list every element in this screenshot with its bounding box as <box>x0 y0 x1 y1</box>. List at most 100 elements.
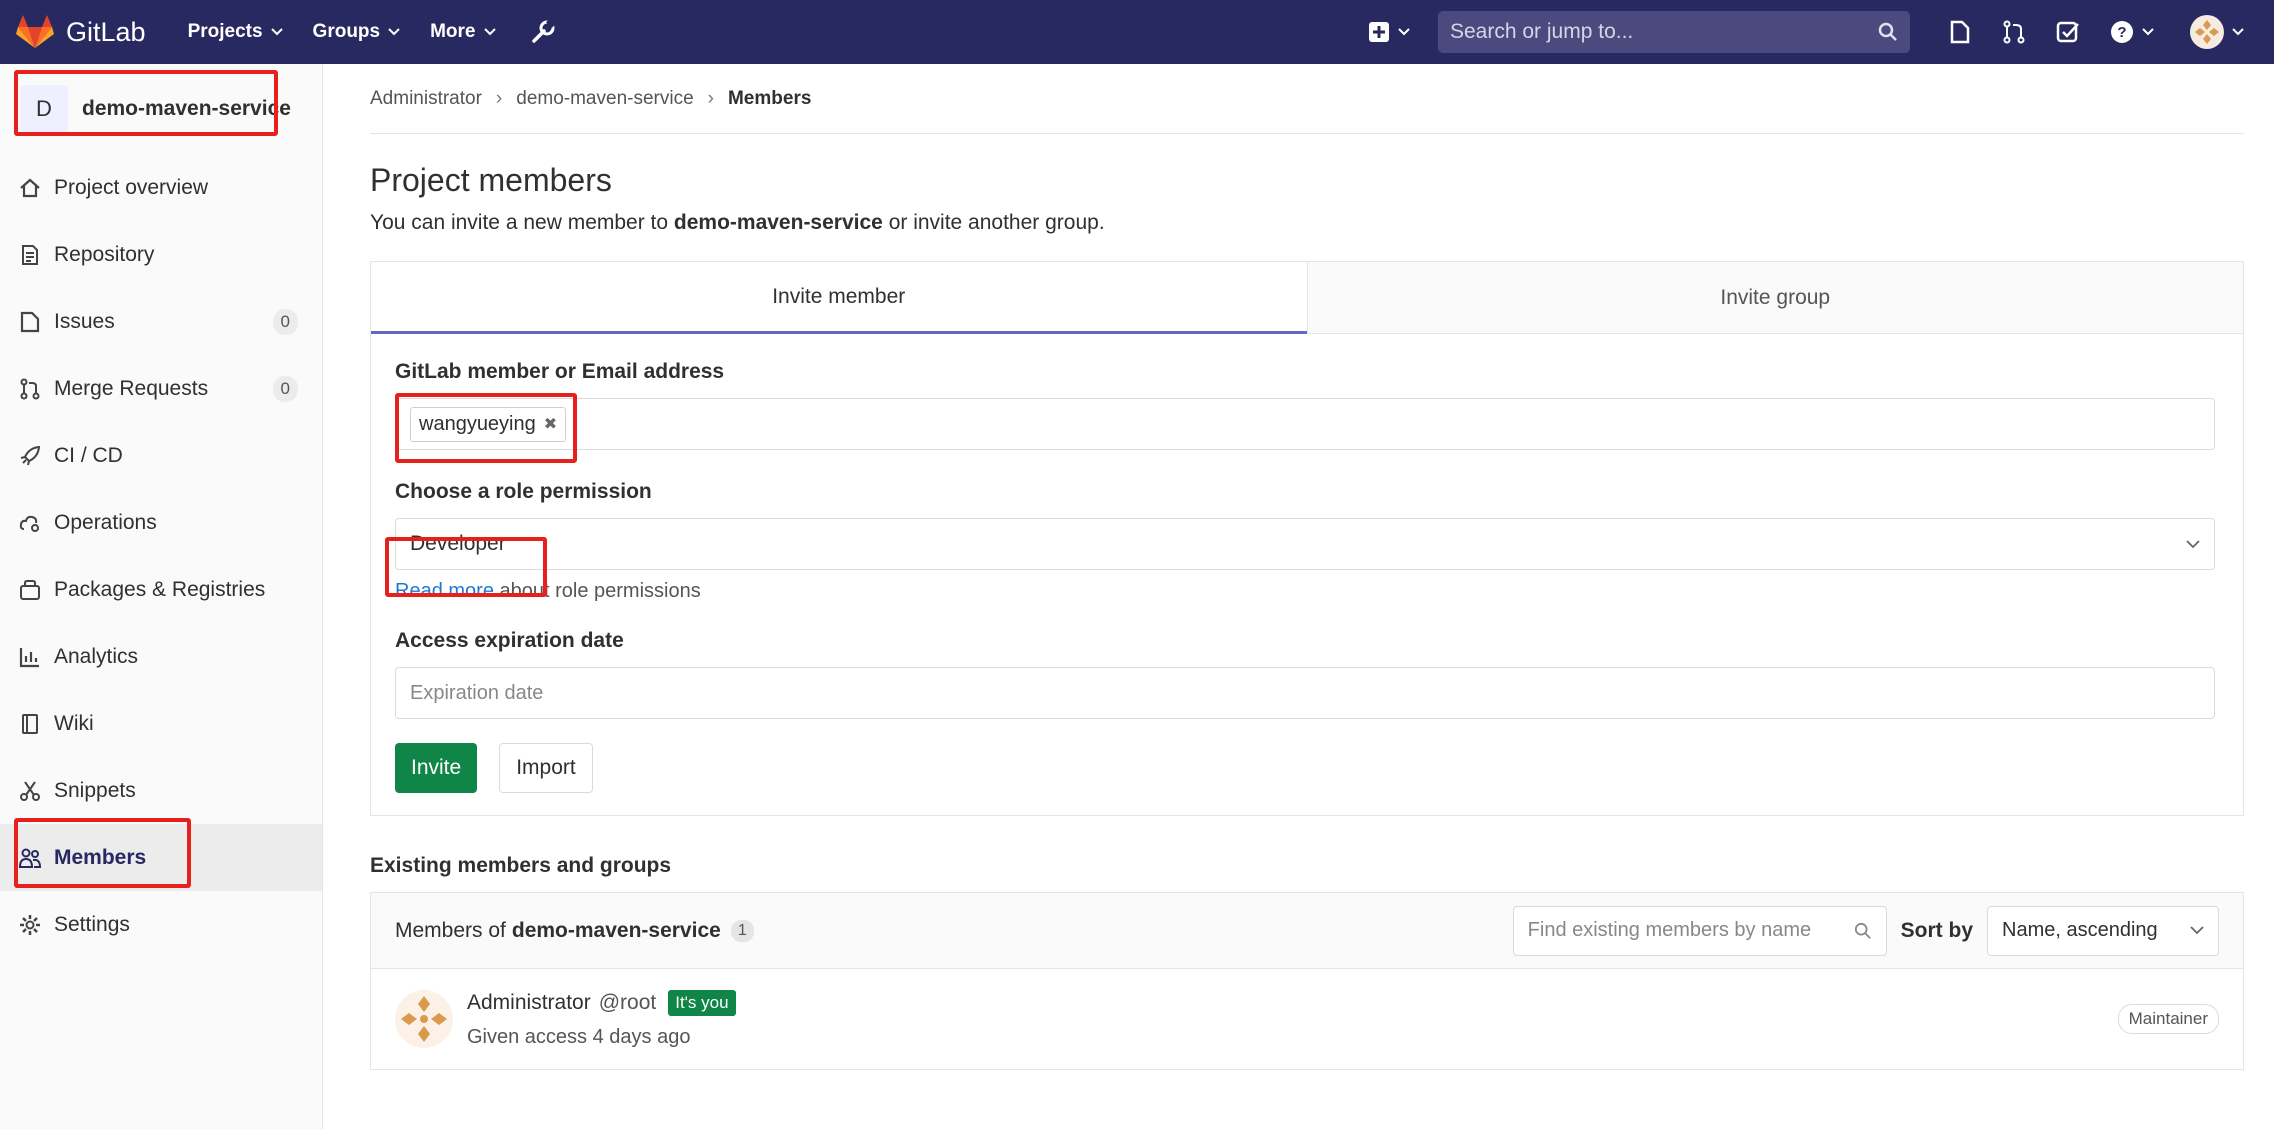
search-input[interactable] <box>1450 20 1850 44</box>
sidebar-item-operations[interactable]: Operations <box>0 489 322 556</box>
tab-invite-member[interactable]: Invite member <box>371 262 1307 334</box>
help-nav-button[interactable]: ? <box>2110 20 2154 44</box>
doc-icon <box>18 243 42 267</box>
role-help-suffix: about role permissions <box>499 580 701 602</box>
sidebar-item-label: Analytics <box>54 644 139 668</box>
sidebar-item-settings[interactable]: Settings <box>0 891 322 958</box>
project-avatar: D <box>20 85 68 133</box>
role-help-text: Read more about role permissions <box>395 580 2219 603</box>
sidebar-item-repository[interactable]: Repository <box>0 221 322 288</box>
navbar-right: ? <box>1368 0 2244 64</box>
nav-groups-label: Groups <box>312 21 381 42</box>
sidebar-item-merge-requests[interactable]: Merge Requests 0 <box>0 355 322 422</box>
sidebar-item-label: Packages & Registries <box>54 577 266 601</box>
nav-projects[interactable]: Projects <box>188 21 283 43</box>
sidebar-item-packages[interactable]: Packages & Registries <box>0 556 322 623</box>
issues-nav-button[interactable] <box>1948 20 1972 44</box>
cloud-gear-icon <box>18 511 42 535</box>
nav-more[interactable]: More <box>430 21 496 43</box>
role-select-value: Developer <box>410 532 506 555</box>
home-icon <box>18 176 42 200</box>
search-box[interactable] <box>1438 11 1910 53</box>
member-field-label: GitLab member or Email address <box>395 360 725 383</box>
sidebar-item-label: Merge Requests <box>54 376 209 400</box>
top-navbar: GitLab Projects Groups More Search or ju… <box>0 0 2274 64</box>
member-name[interactable]: Administrator <box>467 991 591 1015</box>
admin-area-button[interactable] <box>530 19 556 45</box>
sidebar-item-ci-cd[interactable]: CI / CD <box>0 422 322 489</box>
breadcrumb-administrator[interactable]: Administrator <box>370 88 482 110</box>
sidebar-item-label: Settings <box>54 912 130 936</box>
gitlab-logo[interactable]: GitLab <box>16 15 146 49</box>
member-token: wangyueying ✖ <box>410 406 567 442</box>
breadcrumb: Administrator › demo-maven-service › Mem… <box>370 64 2244 134</box>
chevron-down-icon <box>2190 926 2204 935</box>
member-select-field[interactable]: wangyueying ✖ <box>395 398 2215 450</box>
todo-check-icon <box>2056 21 2079 43</box>
sidebar-item-project-overview[interactable]: Project overview <box>0 154 322 221</box>
intro-project: demo-maven-service <box>673 211 883 234</box>
avatar <box>2190 15 2224 49</box>
role-select[interactable]: Developer <box>395 518 2215 570</box>
tanuki-icon <box>16 15 54 48</box>
sidebar-item-snippets[interactable]: Snippets <box>0 757 322 824</box>
member-count-badge: 1 <box>730 919 754 942</box>
sidebar-item-issues[interactable]: Issues 0 <box>0 288 322 355</box>
sidebar-item-label: Members <box>54 845 147 869</box>
users-icon <box>18 846 42 870</box>
remove-token-icon[interactable]: ✖ <box>544 414 557 434</box>
find-members-input[interactable] <box>1527 919 1838 942</box>
members-panel: Members of demo-maven-service 1 Sort by … <box>370 892 2244 1070</box>
member-token-label: wangyueying <box>419 412 536 435</box>
issues-icon <box>18 310 42 334</box>
form-actions: Invite Import <box>395 743 2219 793</box>
chevron-down-icon <box>2186 539 2200 548</box>
expiry-field[interactable] <box>395 667 2215 719</box>
chevron-down-icon <box>388 28 400 36</box>
sidebar-item-analytics[interactable]: Analytics <box>0 623 322 690</box>
sidebar-item-label: Snippets <box>54 778 136 802</box>
invite-tabs: Invite member Invite group <box>371 262 2243 334</box>
plus-square-icon <box>1369 22 1389 42</box>
members-of-project: demo-maven-service <box>511 918 721 942</box>
expiry-field-label: Access expiration date <box>395 629 624 652</box>
invite-button[interactable]: Invite <box>395 743 478 793</box>
member-access-date: Given access 4 days ago <box>467 1025 691 1048</box>
find-members-box[interactable] <box>1512 905 1887 956</box>
package-icon <box>18 578 42 602</box>
sort-select[interactable]: Name, ascending <box>1987 905 2219 956</box>
project-name: demo-maven-service <box>82 97 291 120</box>
page-title: Project members <box>370 162 612 198</box>
members-of-heading: Members of demo-maven-service 1 <box>395 919 754 943</box>
project-header[interactable]: D demo-maven-service <box>0 64 322 154</box>
breadcrumb-members[interactable]: Members <box>728 88 811 110</box>
sidebar-item-members[interactable]: Members <box>0 824 322 891</box>
expiry-date-input[interactable] <box>410 681 2200 705</box>
member-identity: Administrator @root It's you <box>467 989 736 1016</box>
members-panel-header: Members of demo-maven-service 1 Sort by … <box>371 893 2243 969</box>
user-menu[interactable] <box>2190 15 2244 49</box>
intro-text: You can invite a new member to demo-mave… <box>370 211 2244 235</box>
rocket-icon <box>18 444 42 468</box>
avatar[interactable] <box>395 990 453 1048</box>
scissors-icon <box>18 779 42 803</box>
nav-groups[interactable]: Groups <box>313 21 401 43</box>
sidebar-item-wiki[interactable]: Wiki <box>0 690 322 757</box>
chevron-down-icon <box>1398 28 1410 36</box>
its-you-badge: It's you <box>668 989 736 1016</box>
breadcrumb-project[interactable]: demo-maven-service <box>516 88 693 110</box>
intro-prefix: You can invite a new member to <box>370 211 669 234</box>
chevron-down-icon <box>2232 28 2244 36</box>
todos-nav-button[interactable] <box>2056 20 2080 44</box>
new-item-button[interactable] <box>1368 21 1410 43</box>
sidebar-item-label: Wiki <box>54 711 94 735</box>
import-button[interactable]: Import <box>499 743 593 793</box>
gear-icon <box>18 913 42 937</box>
merge-request-icon <box>18 377 42 401</box>
read-more-link[interactable]: Read more <box>395 580 494 602</box>
tab-invite-group[interactable]: Invite group <box>1306 262 2243 334</box>
merge-requests-nav-button[interactable] <box>2002 20 2026 44</box>
nav-more-label: More <box>430 21 476 42</box>
role-badge: Maintainer <box>2117 1004 2219 1034</box>
invite-panel: Invite member Invite group GitLab member… <box>370 261 2244 816</box>
